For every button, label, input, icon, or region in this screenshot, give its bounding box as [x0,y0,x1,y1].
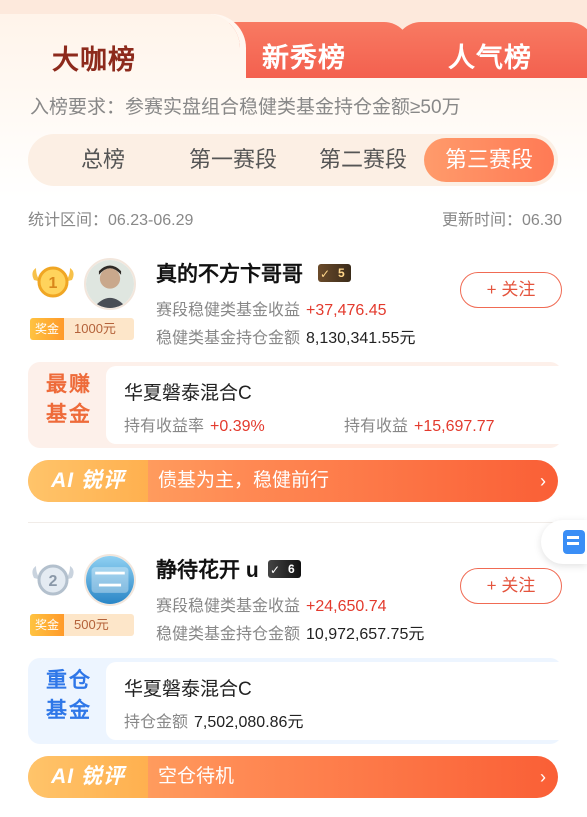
wing-icon: ✓ [320,267,331,281]
fund-tag-line2: 基金 [46,403,92,426]
tab-experts[interactable]: 大咖榜 [52,38,136,77]
chevron-right-icon: › [540,471,546,491]
level-number: 6 [288,562,295,576]
income-value: +24,650.74 [306,598,387,615]
fund-tag-line2: 基金 [46,699,92,722]
holding-label: 稳健类基金持仓金额 [156,626,301,643]
holding-line: 稳健类基金持仓金额 10,972,657.75元 [156,620,424,644]
top-fund-card[interactable]: 最赚 基金 华夏磐泰混合C 持有收益率 +0.39% 持有收益 +15,697.77 [28,362,580,448]
holding-value: 10,972,657.75元 [306,626,425,643]
follow-button[interactable]: + 关注 [460,568,562,604]
fund-detail: 华夏磐泰混合C 持有收益率 +0.39% 持有收益 +15,697.77 [106,366,580,444]
segment-overall[interactable]: 总榜 [38,134,168,186]
rank-number: 2 [49,573,58,590]
divider [28,522,562,523]
fund-tag: 最赚 基金 [34,370,104,430]
avatar[interactable] [84,554,136,606]
segment-stage-2[interactable]: 第二赛段 [298,134,428,186]
stat-row: 统计区间：06.23-06.29 更新时间：06.30 [28,206,562,230]
prize-tag: 奖金 [30,614,65,636]
stage-segment-control: 总榜 第一赛段 第二赛段 第三赛段 [28,134,558,186]
segment-stage-3[interactable]: 第三赛段 [424,138,554,182]
silver-medal-icon: 2 [32,564,74,596]
fund-stat-value: 7,502,080.86元 [194,714,304,731]
follow-button[interactable]: + 关注 [460,272,562,308]
ai-review-tag: AI 锐评 [28,756,148,798]
fund-detail: 华夏磐泰混合C 持仓金额 7,502,080.86元 [106,662,580,740]
floating-menu-button[interactable] [541,520,587,564]
top-holding-fund-card[interactable]: 重仓 基金 华夏磐泰混合C 持仓金额 7,502,080.86元 [28,658,580,744]
fund-tag-line1: 重仓 [46,669,92,692]
level-badge: ✓ 5 [318,264,351,282]
income-value: +37,476.45 [306,302,387,319]
level-badge: ✓ 6 [268,560,301,578]
fund-name: 华夏磐泰混合C [124,383,252,404]
list-icon [563,530,585,554]
holding-value: 8,130,341.55元 [306,330,416,347]
income-line: 赛段稳健类基金收益 +24,650.74 [156,592,387,616]
fund-tag-line1: 最赚 [46,373,92,396]
update-time: 更新时间：06.30 [441,212,562,229]
holding-label: 稳健类基金持仓金额 [156,330,301,347]
ai-review-text: 空仓待机 [158,766,235,787]
ai-review-tag: AI 锐评 [28,460,148,502]
entry-requirement: 入榜要求：参赛实盘组合稳健类基金持仓金额≥50万 [30,97,461,118]
level-number: 5 [338,266,345,280]
stat-period: 统计区间：06.23-06.29 [28,212,194,229]
prize-badge: 奖金 500元 [30,614,134,636]
fund-stat-label: 持有收益率 [124,418,205,435]
fund-tag: 重仓 基金 [34,666,104,726]
fund-return-rate: 持有收益率 +0.39% [124,412,265,436]
wing-icon: ✓ [270,563,281,577]
prize-amount: 1000元 [74,321,116,336]
segment-stage-1[interactable]: 第一赛段 [168,134,298,186]
fund-return: 持有收益 +15,697.77 [344,412,495,436]
income-label: 赛段稳健类基金收益 [156,598,301,615]
ai-review-bar[interactable]: AI 锐评 债基为主，稳健前行 › [28,460,558,502]
income-label: 赛段稳健类基金收益 [156,302,301,319]
prize-amount: 500元 [74,617,109,632]
leaderboard-tabs: 大咖榜 新秀榜 人气榜 [0,0,587,94]
fund-name: 华夏磐泰混合C [124,679,252,700]
fund-stat-label: 持仓金额 [124,714,189,731]
tab-newcomer[interactable]: 新秀榜 [262,36,346,75]
nickname[interactable]: 真的不方卞哥哥 [156,258,303,288]
avatar[interactable] [84,258,136,310]
prize-badge: 奖金 1000元 [30,318,134,340]
chevron-right-icon: › [540,767,546,787]
holding-line: 稳健类基金持仓金额 8,130,341.55元 [156,324,415,348]
rank-number: 1 [49,275,58,292]
nickname[interactable]: 静待花开 u [156,554,259,584]
ai-review-bar[interactable]: AI 锐评 空仓待机 › [28,756,558,798]
income-line: 赛段稳健类基金收益 +37,476.45 [156,296,387,320]
fund-stat-label: 持有收益 [344,418,409,435]
ai-review-text: 债基为主，稳健前行 [158,470,330,491]
fund-holding: 持仓金额 7,502,080.86元 [124,708,303,732]
tab-popular[interactable]: 人气榜 [448,36,532,75]
gold-medal-icon: 1 [32,266,74,298]
fund-stat-value: +15,697.77 [414,418,495,435]
prize-tag: 奖金 [30,318,65,340]
fund-stat-value: +0.39% [210,418,265,435]
